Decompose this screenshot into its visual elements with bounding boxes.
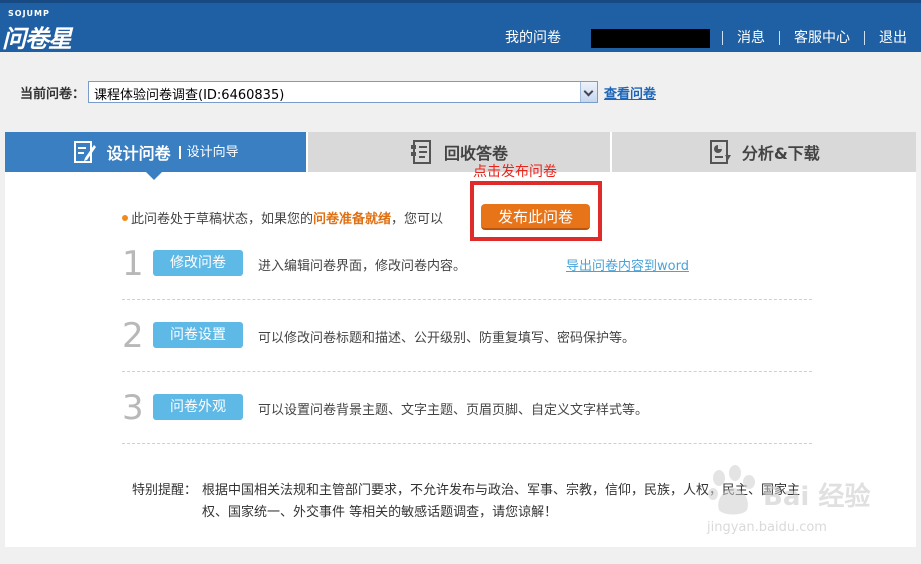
tab-analysis-label: 分析&下载 (741, 144, 820, 163)
top-nav: 我的问卷 消息 客服中心 退出 (491, 27, 921, 49)
export-word-link[interactable]: 导出问卷内容到word (566, 255, 689, 274)
bullet-dot-icon (122, 214, 128, 221)
watermark-text: Bai 经验 (763, 482, 871, 512)
username-redacted (591, 28, 710, 48)
analysis-download-icon (709, 140, 731, 164)
step-description: 可以修改问卷标题和描述、公开级别、防重复填写、密码保护等。 (258, 331, 636, 346)
nav-my-surveys[interactable]: 我的问卷 (491, 29, 575, 47)
step-edit-survey: 1 修改问卷 进入编辑问卷界面，修改问卷内容。 导出问卷内容到word (122, 240, 812, 300)
edit-survey-button[interactable]: 修改问卷 (153, 250, 243, 276)
nav-messages[interactable]: 消息 (723, 29, 779, 47)
status-suffix: ，您可以 (391, 212, 444, 227)
status-prefix: 此问卷处于草稿状态，如果您的 (131, 212, 314, 227)
nav-logout[interactable]: 退出 (865, 29, 921, 47)
step-number: 3 (122, 388, 144, 428)
survey-settings-button[interactable]: 问卷设置 (153, 322, 243, 348)
top-header: SOJUMP 问卷星 我的问卷 消息 客服中心 退出 (0, 0, 921, 53)
tab-design-label: 设计问卷 (106, 144, 171, 163)
chevron-down-icon[interactable] (580, 82, 598, 102)
paw-icon (708, 465, 755, 515)
tab-bar: 设计问卷 设计向导 回收答卷 分析&下载 (5, 132, 916, 180)
step-number: 2 (122, 316, 144, 356)
survey-select[interactable]: 课程体验问卷调查(ID:6460835) (88, 81, 599, 103)
survey-appearance-button[interactable]: 问卷外观 (153, 394, 243, 420)
brand-small-text: SOJUMP (8, 9, 50, 18)
tab-analysis-download[interactable]: 分析&下载 (611, 132, 916, 172)
step-description: 进入编辑问卷界面，修改问卷内容。 (258, 259, 467, 274)
status-highlight: 问卷准备就绪 (313, 212, 392, 227)
step-survey-settings: 2 问卷设置 可以修改问卷标题和描述、公开级别、防重复填写、密码保护等。 (122, 312, 812, 372)
publish-survey-button[interactable]: 发布此问卷 (481, 204, 590, 230)
current-survey-bar: 当前问卷： 课程体验问卷调查(ID:6460835) 查看问卷 (20, 80, 656, 104)
current-survey-label: 当前问卷： (20, 86, 86, 102)
annotation-click-publish: 点击发布问卷 (473, 164, 557, 180)
notice-label: 特别提醒： (132, 483, 198, 498)
survey-select-value: 课程体验问卷调查(ID:6460835) (94, 88, 285, 103)
tab-collect-answers[interactable]: 回收答卷 (308, 132, 610, 172)
step-description: 可以设置问卷背景主题、文字主题、页眉页脚、自定义文字样式等。 (258, 403, 649, 418)
tab-design-survey[interactable]: 设计问卷 设计向导 (5, 132, 307, 180)
baidu-watermark: Bai 经验 jingyan.baidu.com (705, 460, 905, 540)
step-survey-appearance: 3 问卷外观 可以设置问卷背景主题、文字主题、页眉页脚、自定义文字样式等。 (122, 384, 812, 444)
draft-status-line: 此问卷处于草稿状态，如果您的 问卷准备就绪 ，您可以 (122, 208, 443, 227)
brand-name: 问卷星 (2, 25, 72, 53)
nav-support[interactable]: 客服中心 (780, 29, 864, 47)
view-survey-link[interactable]: 查看问卷 (604, 83, 656, 102)
tab-design-sub-link[interactable]: 设计向导 (178, 145, 239, 159)
step-number: 1 (122, 244, 144, 284)
collect-document-icon (410, 140, 431, 164)
watermark-url: jingyan.baidu.com (707, 520, 827, 535)
edit-document-icon (73, 141, 96, 163)
